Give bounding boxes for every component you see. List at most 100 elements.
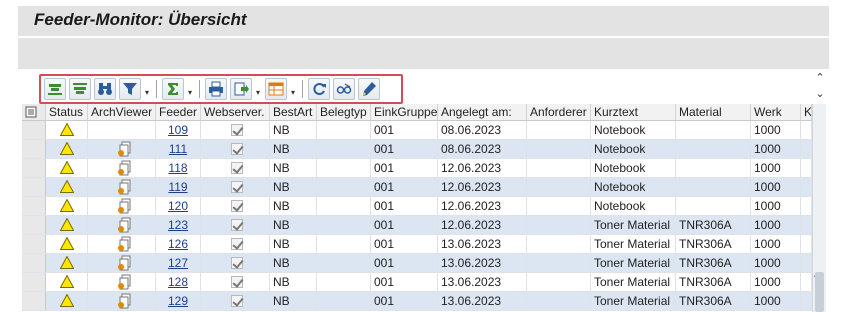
print-button[interactable] <box>205 78 227 100</box>
ku-cell <box>801 178 812 196</box>
row-selector[interactable] <box>22 140 46 158</box>
column-header[interactable]: Feeder <box>156 104 201 120</box>
belegtyp-cell <box>317 159 371 177</box>
chevron-down-icon[interactable]: ⌄ <box>814 88 826 100</box>
row-selector[interactable] <box>22 216 46 234</box>
archive-document-icon[interactable] <box>117 255 133 271</box>
column-header[interactable]: Werk <box>751 104 801 120</box>
webserver-checkbox <box>231 142 243 155</box>
table-row[interactable]: 126 NB 001 13.06.2023 Toner Material TNR306A 1… <box>22 235 812 254</box>
row-selector[interactable] <box>22 178 46 196</box>
sort-descending-button[interactable] <box>69 78 91 100</box>
glasses-icon <box>336 83 352 94</box>
row-selector[interactable] <box>22 121 46 139</box>
bestart-cell: NB <box>270 159 317 177</box>
refresh-button[interactable] <box>308 78 330 100</box>
vertical-scrollbar[interactable]: ▴ <box>812 104 826 312</box>
layout-button[interactable] <box>265 78 287 100</box>
angelegt-cell: 13.06.2023 <box>438 254 527 272</box>
table-row[interactable]: 129 NB 001 13.06.2023 Toner Material TNR306A 1… <box>22 292 812 311</box>
table-row[interactable]: 109 NB 001 08.06.2023 Notebook 1000 <box>22 121 812 140</box>
column-header[interactable]: Kurztext <box>591 104 676 120</box>
belegtyp-cell <box>317 121 371 139</box>
table-row[interactable]: 119 NB 001 12.06.2023 Notebook 1000 <box>22 178 812 197</box>
kurztext-cell: Toner Material <box>591 216 676 234</box>
status-cell <box>46 273 88 291</box>
chevron-up-icon[interactable]: ⌃ <box>814 72 826 84</box>
feeder-link[interactable]: 120 <box>156 197 201 215</box>
archive-document-icon[interactable] <box>117 217 133 233</box>
webserver-cell <box>201 159 270 177</box>
table-row[interactable]: 120 NB 001 12.06.2023 Notebook 1000 <box>22 197 812 216</box>
filter-dropdown[interactable]: ▾ <box>144 78 150 100</box>
feeder-link[interactable]: 128 <box>156 273 201 291</box>
table-row[interactable]: 111 NB 001 08.06.2023 Notebook 1000 <box>22 140 812 159</box>
find-button[interactable] <box>94 78 116 100</box>
warning-icon <box>60 199 74 213</box>
total-dropdown[interactable]: ▾ <box>187 78 193 100</box>
einkgruppe-cell: 001 <box>371 292 438 310</box>
layout-dropdown[interactable]: ▾ <box>290 78 296 100</box>
feeder-link[interactable]: 123 <box>156 216 201 234</box>
column-header[interactable]: Angelegt am: <box>438 104 527 120</box>
einkgruppe-cell: 001 <box>371 216 438 234</box>
feeder-link[interactable]: 111 <box>156 140 201 158</box>
column-header[interactable]: BestArt <box>270 104 317 120</box>
row-selector[interactable] <box>22 292 46 310</box>
feeder-link[interactable]: 126 <box>156 235 201 253</box>
row-selector[interactable] <box>22 197 46 215</box>
archive-document-icon[interactable] <box>117 141 133 157</box>
archive-document-icon[interactable] <box>117 160 133 176</box>
webserver-cell <box>201 235 270 253</box>
column-header[interactable]: Webserver. <box>201 104 270 120</box>
table-row[interactable]: 118 NB 001 12.06.2023 Notebook 1000 <box>22 159 812 178</box>
column-header[interactable]: Ku <box>801 104 812 120</box>
feeder-link[interactable]: 119 <box>156 178 201 196</box>
scrollbar-thumb[interactable] <box>815 272 824 312</box>
filter-button[interactable] <box>119 78 141 100</box>
grid-header-row: Status ArchViewer Feeder Webserver. Best… <box>22 104 812 121</box>
archive-document-icon[interactable] <box>117 293 133 309</box>
webserver-checkbox <box>231 161 243 174</box>
anforderer-cell <box>527 140 591 158</box>
archive-document-icon[interactable] <box>117 179 133 195</box>
page-title: Feeder-Monitor: Übersicht <box>34 10 247 29</box>
archive-document-icon[interactable] <box>117 236 133 252</box>
select-all-icon[interactable] <box>22 104 46 120</box>
archive-document-icon[interactable] <box>117 274 133 290</box>
total-button[interactable] <box>162 78 184 100</box>
edit-button[interactable] <box>358 78 380 100</box>
table-row[interactable]: 127 NB 001 13.06.2023 Toner Material TNR306A 1… <box>22 254 812 273</box>
row-selector[interactable] <box>22 159 46 177</box>
bestart-cell: NB <box>270 178 317 196</box>
column-header[interactable]: EinkGruppe <box>371 104 438 120</box>
kurztext-cell: Notebook <box>591 140 676 158</box>
warning-icon <box>60 123 74 137</box>
export-button[interactable] <box>230 78 252 100</box>
feeder-link[interactable]: 109 <box>156 121 201 139</box>
archive-document-icon[interactable] <box>117 198 133 214</box>
column-header[interactable]: Status <box>46 104 88 120</box>
row-selector[interactable] <box>22 254 46 272</box>
feeder-link[interactable]: 118 <box>156 159 201 177</box>
column-header[interactable]: Anforderer <box>527 104 591 120</box>
row-selector[interactable] <box>22 235 46 253</box>
anforderer-cell <box>527 159 591 177</box>
printer-icon <box>209 81 223 97</box>
column-header[interactable]: ArchViewer <box>88 104 156 120</box>
column-header[interactable]: Material <box>676 104 751 120</box>
table-row[interactable]: 123 NB 001 12.06.2023 Toner Material TNR306A 1… <box>22 216 812 235</box>
webserver-checkbox <box>231 256 243 269</box>
archviewer-cell <box>88 254 156 272</box>
sort-ascending-button[interactable] <box>44 78 66 100</box>
row-selector[interactable] <box>22 273 46 291</box>
belegtyp-cell <box>317 216 371 234</box>
anforderer-cell <box>527 273 591 291</box>
export-dropdown[interactable]: ▾ <box>255 78 261 100</box>
column-header[interactable]: Belegtyp <box>317 104 371 120</box>
table-row[interactable]: 128 NB 001 13.06.2023 Toner Material TNR306A 1… <box>22 273 812 292</box>
display-change-button[interactable] <box>333 78 355 100</box>
feeder-link[interactable]: 129 <box>156 292 201 310</box>
feeder-link[interactable]: 127 <box>156 254 201 272</box>
belegtyp-cell <box>317 292 371 310</box>
